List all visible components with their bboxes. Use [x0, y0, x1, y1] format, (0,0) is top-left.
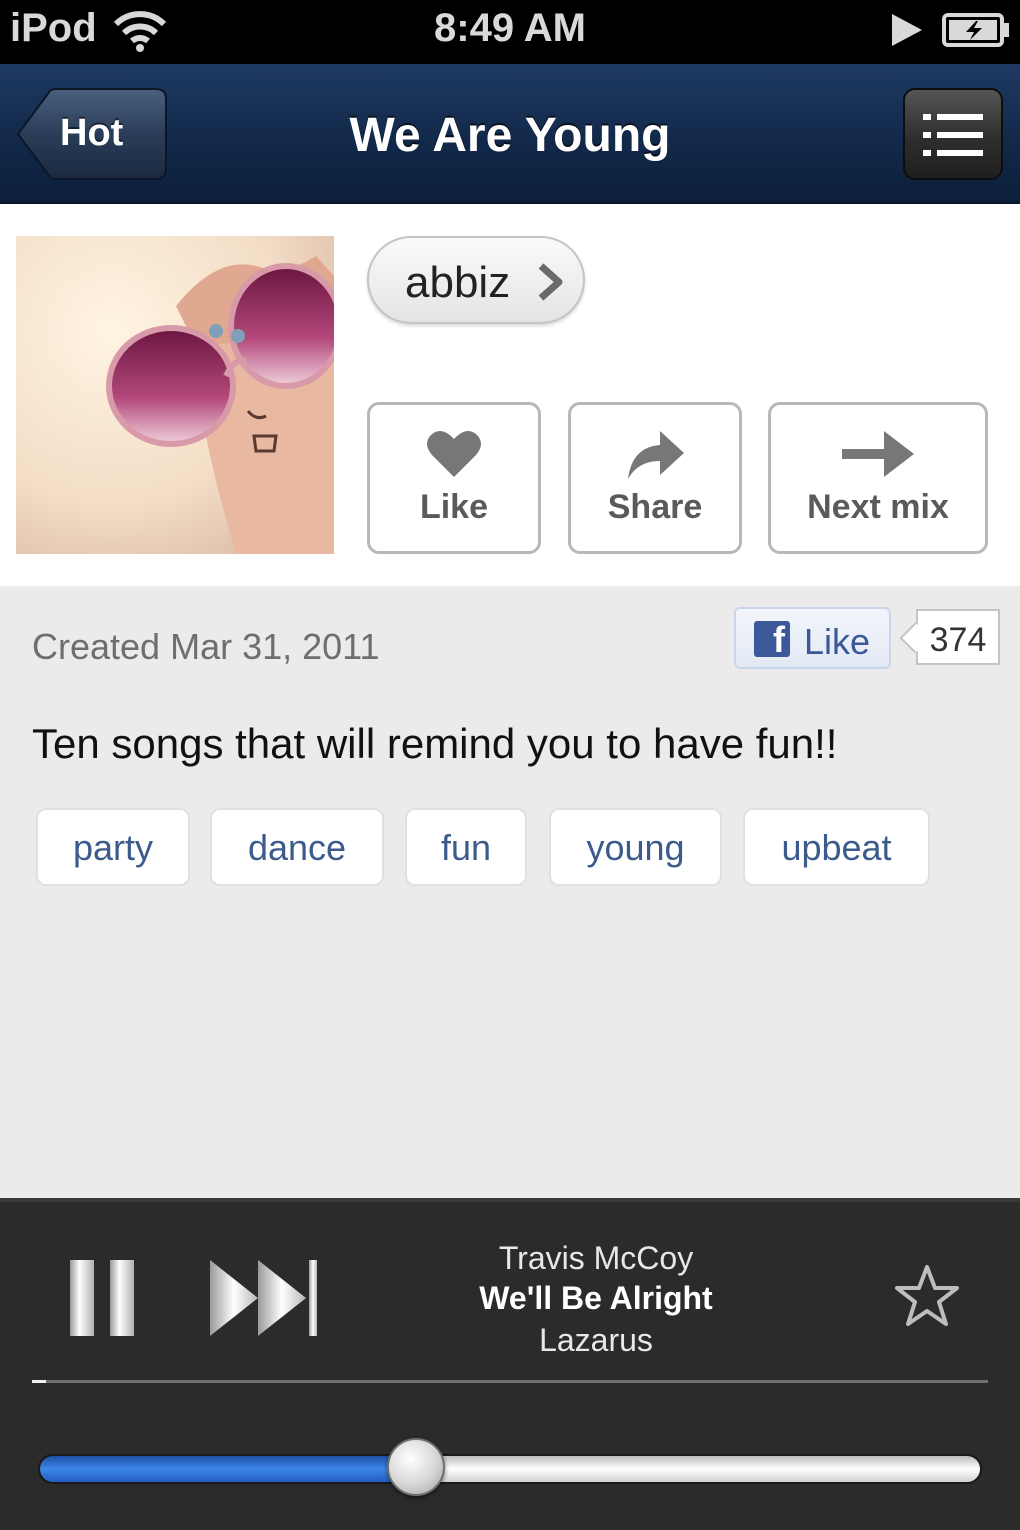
status-time: 8:49 AM: [434, 6, 586, 50]
chevron-right-icon: [538, 263, 563, 301]
next-mix-button-label: Next mix: [807, 488, 949, 526]
play-status-icon: [890, 12, 924, 53]
back-button-label: Hot: [60, 112, 124, 154]
next-arrow-icon: [842, 431, 914, 477]
facebook-like-button[interactable]: f Like: [734, 607, 891, 669]
battery-icon: [942, 12, 1010, 53]
favorite-star-button[interactable]: [894, 1264, 960, 1333]
like-button[interactable]: Like: [367, 402, 541, 554]
volume-slider[interactable]: [38, 1438, 982, 1496]
volume-fill: [38, 1454, 416, 1484]
username-label: abbiz: [405, 258, 511, 307]
player-bar: Travis McCoy We'll Be Alright Lazarus: [0, 1198, 1020, 1530]
menu-button[interactable]: [903, 88, 1003, 180]
pause-icon: [70, 1260, 134, 1336]
navigation-bar: Hot We Are Young: [0, 64, 1020, 204]
share-arrow-icon: [628, 431, 684, 479]
volume-thumb[interactable]: [386, 1438, 445, 1496]
tag-fun[interactable]: fun: [405, 808, 527, 886]
track-progress-fill: [32, 1380, 47, 1383]
tag-young[interactable]: young: [549, 808, 722, 886]
menu-list-icon: [923, 114, 983, 156]
mix-header: abbiz Like Share Next mix: [0, 204, 1020, 586]
heart-icon: [427, 430, 481, 477]
facebook-like-count-value: 374: [929, 621, 987, 659]
status-bar: iPod 8:49 AM: [0, 0, 1020, 64]
tag-dance[interactable]: dance: [210, 808, 384, 886]
skip-forward-icon: [210, 1260, 317, 1336]
track-artist: Travis McCoy: [498, 1240, 694, 1276]
tag-party[interactable]: party: [36, 808, 190, 886]
user-profile-button[interactable]: abbiz: [367, 236, 585, 324]
facebook-like-count: 374: [916, 609, 1000, 665]
tag-upbeat[interactable]: upbeat: [743, 808, 930, 886]
star-icon: [895, 1265, 959, 1326]
track-album: Lazarus: [539, 1322, 653, 1358]
page-title: We Are Young: [349, 109, 671, 162]
mix-cover-image[interactable]: [16, 236, 334, 554]
pause-button[interactable]: [66, 1258, 138, 1343]
created-date: Created Mar 31, 2011: [32, 626, 380, 667]
mix-description: Ten songs that will remind you to have f…: [32, 720, 838, 767]
share-button-label: Share: [607, 488, 703, 526]
like-button-label: Like: [419, 488, 489, 526]
track-progress-bar[interactable]: [32, 1380, 988, 1383]
share-button[interactable]: Share: [568, 402, 742, 554]
track-title: We'll Be Alright: [479, 1280, 713, 1316]
back-button[interactable]: Hot: [16, 88, 168, 180]
skip-forward-button[interactable]: [206, 1258, 320, 1343]
facebook-icon: f: [754, 619, 790, 660]
next-mix-button[interactable]: Next mix: [768, 402, 988, 554]
facebook-like-label: Like: [804, 621, 871, 662]
